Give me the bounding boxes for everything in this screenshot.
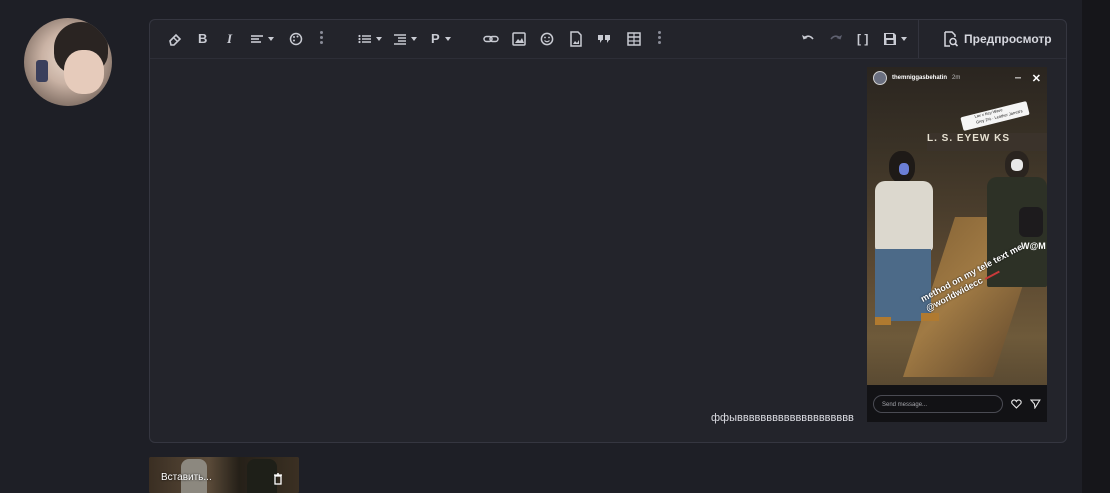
more-icon[interactable] <box>658 31 661 45</box>
palette-icon[interactable] <box>289 30 303 48</box>
redo-icon[interactable] <box>828 30 844 48</box>
file-image-icon[interactable] <box>569 30 583 48</box>
preview-label: Предпросмотр <box>964 32 1052 46</box>
quote-icon[interactable] <box>597 30 611 48</box>
code-button[interactable]: [ ] <box>857 30 868 48</box>
avatar-face <box>64 50 104 94</box>
story-close-icon: ✕ <box>1031 72 1041 85</box>
chevron-down-icon <box>445 37 451 41</box>
image-icon[interactable] <box>512 30 526 48</box>
delete-attachment-button[interactable] <box>273 472 283 490</box>
preview-button[interactable]: Предпросмотр <box>926 20 1066 58</box>
code-icon: [ ] <box>857 32 869 46</box>
caption-rule <box>984 270 1000 280</box>
editor-toolbar: B I P [] Предпросмотр <box>150 20 1066 59</box>
undo-icon[interactable] <box>800 30 816 48</box>
indent-icon[interactable] <box>393 30 407 48</box>
attachment-thumbnail[interactable]: Вставить... <box>149 457 299 493</box>
link-icon[interactable] <box>483 30 499 48</box>
more-icon[interactable] <box>320 31 323 45</box>
insert-button[interactable]: Вставить... <box>161 472 212 483</box>
editor-text[interactable]: ффывввввввввввввввввввв <box>711 412 854 424</box>
story-avatar <box>873 71 887 85</box>
avatar-phone <box>36 60 48 82</box>
eraser-icon[interactable] <box>168 30 182 48</box>
chevron-down-icon <box>411 37 417 41</box>
italic-icon: I <box>227 31 233 46</box>
text-align-icon[interactable] <box>250 30 264 48</box>
story-header: themniggasbehatin 2m ··· ✕ <box>867 67 1047 89</box>
chevron-down-icon <box>901 37 907 41</box>
paragraph-icon: P <box>431 31 440 46</box>
heart-icon <box>1011 398 1022 409</box>
embedded-story-image[interactable]: L. S. EYEW KS Lax x Key Wave Grey 2% · L… <box>867 67 1047 422</box>
bold-icon: B <box>198 31 208 46</box>
list-icon[interactable] <box>358 30 372 48</box>
table-icon[interactable] <box>627 30 641 48</box>
trash-icon <box>274 473 282 485</box>
storefront-sign: L. S. EYEW KS <box>927 133 1047 151</box>
story-time: 2m <box>952 75 961 81</box>
page: B I P [] Предпросмотр ффывввввввввввввв… <box>0 0 1082 493</box>
story-send-message-input: Send message... <box>873 394 1004 413</box>
paragraph-button[interactable]: P <box>431 30 440 48</box>
story-footer: Send message... <box>867 385 1047 422</box>
chevron-down-icon <box>376 37 382 41</box>
preview-icon <box>944 31 958 47</box>
chevron-down-icon <box>268 37 274 41</box>
message-editor[interactable]: B I P [] Предпросмотр ффывввввввввввввв… <box>149 19 1067 443</box>
toolbar-divider <box>918 20 919 58</box>
story-more-icon: ··· <box>1014 73 1022 83</box>
story-person-right: W@M <box>985 151 1047 311</box>
story-username: themniggasbehatin <box>892 75 948 81</box>
send-icon <box>1030 399 1041 409</box>
user-avatar[interactable] <box>24 18 112 106</box>
italic-button[interactable]: I <box>227 30 232 48</box>
emoji-icon[interactable] <box>540 30 554 48</box>
bold-button[interactable]: B <box>198 30 207 48</box>
save-icon[interactable] <box>883 30 897 48</box>
